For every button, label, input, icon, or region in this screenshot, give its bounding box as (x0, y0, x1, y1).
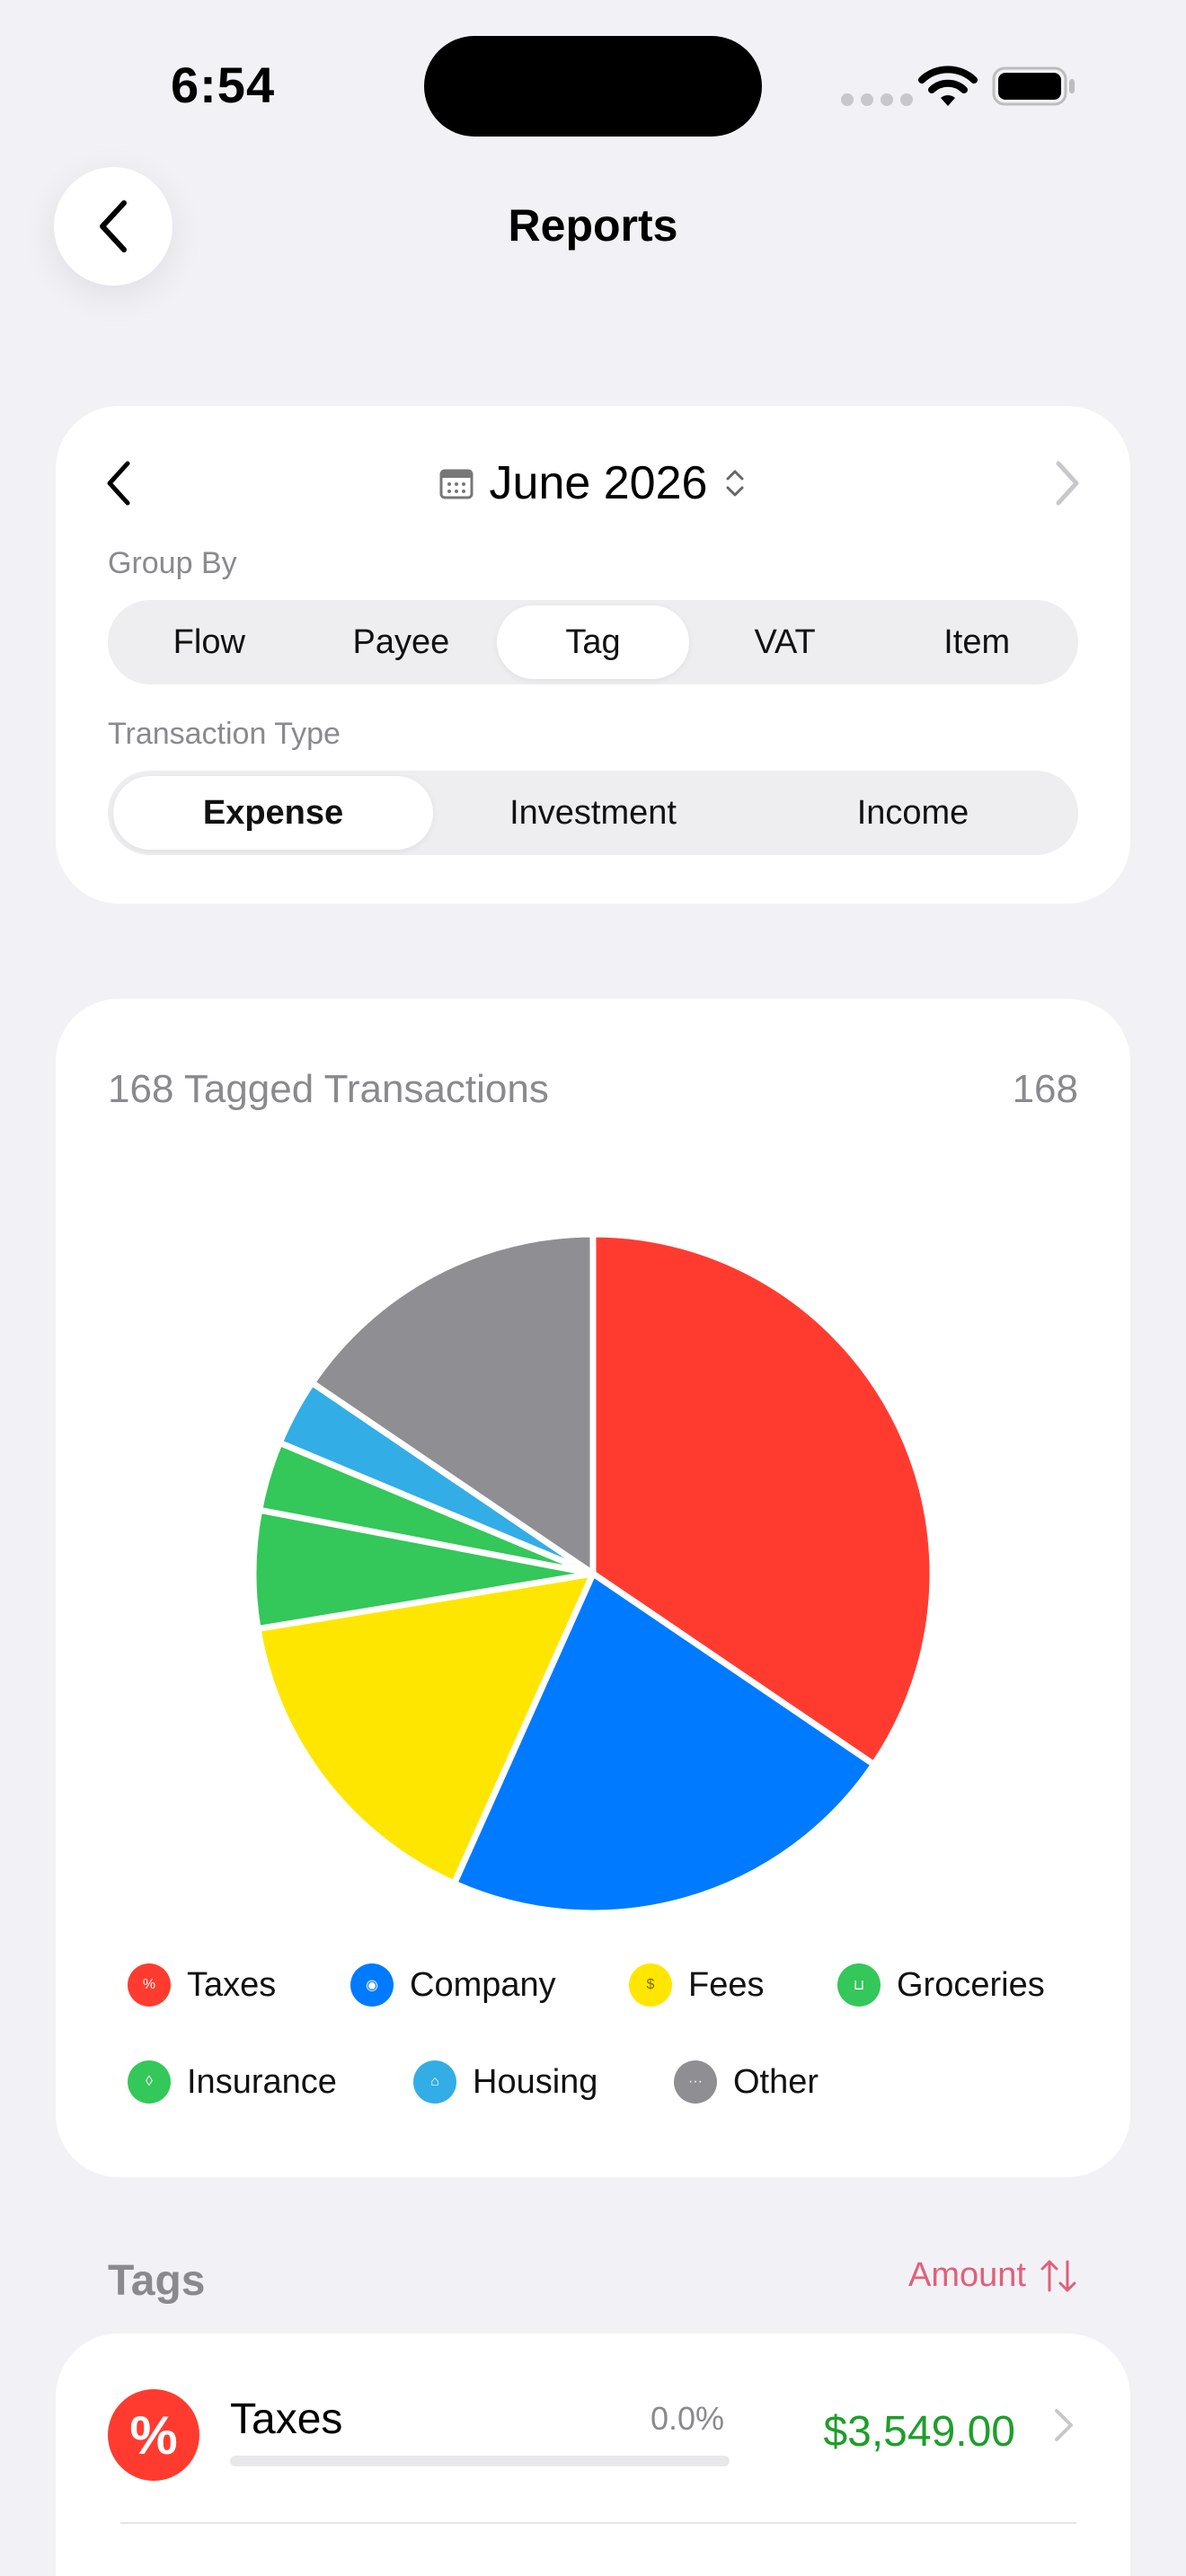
legend-item-housing[interactable]: ⌂ Housing (413, 2060, 597, 2104)
chevron-right-icon (1055, 2409, 1073, 2441)
tag-percent: 0.0% (651, 2400, 725, 2437)
money-bag-icon: $ (629, 1963, 672, 2007)
dynamic-island (424, 36, 762, 137)
sort-button[interactable]: Amount (908, 2256, 1078, 2295)
month-label: June 2026 (489, 457, 708, 509)
segment-flow[interactable]: Flow (113, 605, 305, 679)
cellular-signal-icon (841, 93, 913, 106)
house-icon: ⌂ (413, 2060, 456, 2104)
next-month-button[interactable] (1053, 460, 1082, 507)
legend-item-fees[interactable]: $ Fees (629, 1963, 764, 2007)
legend-label: Groceries (897, 1965, 1045, 2004)
legend-item-taxes[interactable]: % Taxes (128, 1963, 276, 2007)
tag-name: Taxes (230, 2395, 343, 2443)
sort-arrows-icon (1040, 2260, 1076, 2291)
segment-item[interactable]: Item (881, 605, 1073, 679)
divider (120, 2522, 1076, 2524)
month-selector: June 2026 (56, 406, 1130, 560)
wifi-icon (918, 66, 978, 106)
calendar-icon (439, 469, 474, 499)
status-bar: 6:54 (0, 0, 1186, 171)
segment-vat[interactable]: VAT (689, 605, 881, 679)
segment-tag[interactable]: Tag (497, 605, 689, 679)
chevron-up-down-icon (726, 470, 744, 497)
legend-item-other[interactable]: ··· Other (674, 2060, 819, 2104)
status-time: 6:54 (171, 57, 276, 113)
legend-label: Taxes (187, 1965, 277, 2004)
legend-label: Other (733, 2062, 819, 2101)
tags-heading: Tags (108, 2257, 206, 2305)
ellipsis-icon: ··· (674, 2060, 717, 2104)
legend-label: Company (410, 1965, 556, 2004)
group-by-label: Group By (108, 546, 237, 580)
battery-icon (992, 66, 1075, 106)
tags-list: % Taxes 0.0% $3,549.00 (56, 2333, 1130, 2576)
percent-icon: % (108, 2389, 199, 2481)
legend-label: Housing (473, 2062, 598, 2101)
transaction-type-label: Transaction Type (108, 717, 341, 751)
cart-icon: ⊔ (837, 1963, 881, 2007)
month-picker[interactable]: June 2026 (56, 456, 1130, 510)
percent-icon: % (128, 1963, 171, 2007)
legend-label: Fees (688, 1965, 765, 2004)
tag-progress-bar (230, 2456, 730, 2466)
group-by-segmented-control: Flow Payee Tag VAT Item (108, 600, 1078, 684)
list-item[interactable]: % Taxes 0.0% $3,549.00 (56, 2333, 1130, 2524)
filters-card: June 2026 Group By Flow Payee Tag VAT It… (56, 406, 1130, 904)
tag-amount: $3,549.00 (823, 2408, 1015, 2456)
chart-card: 168 Tagged Transactions 168 % Taxes ◉ Co… (56, 999, 1130, 2177)
legend-label: Insurance (187, 2062, 337, 2101)
eye-icon: ◉ (350, 1963, 394, 2007)
segment-income[interactable]: Income (753, 776, 1073, 850)
transaction-type-segmented-control: Expense Investment Income (108, 771, 1078, 855)
legend-item-insurance[interactable]: ◊ Insurance (128, 2060, 337, 2104)
segment-payee[interactable]: Payee (305, 605, 498, 679)
page-title: Reports (508, 200, 678, 251)
sort-label: Amount (908, 2256, 1026, 2294)
segment-expense[interactable]: Expense (113, 776, 433, 850)
legend-item-groceries[interactable]: ⊔ Groceries (837, 1963, 1045, 2007)
legend-item-company[interactable]: ◉ Company (350, 1963, 556, 2007)
segment-investment[interactable]: Investment (433, 776, 753, 850)
shield-icon: ◊ (128, 2060, 171, 2104)
